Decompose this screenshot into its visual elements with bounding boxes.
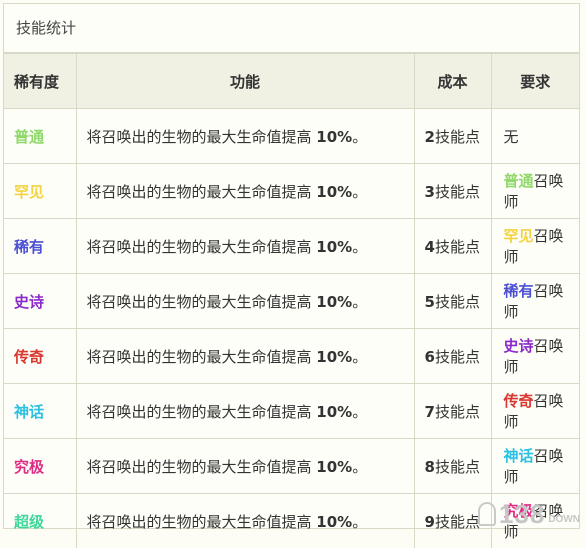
requirement-text: 无 xyxy=(504,128,519,146)
function-text: 将召唤出的生物的最大生命值提高 xyxy=(87,403,317,421)
site-watermark: 138 DOWN xyxy=(478,499,580,529)
function-percent: 10% xyxy=(316,128,352,146)
function-cell: 将召唤出的生物的最大生命值提高 10%。 xyxy=(76,274,414,329)
function-cell: 将召唤出的生物的最大生命值提高 10%。 xyxy=(76,109,414,164)
rarity-cell: 究极 xyxy=(4,439,76,494)
function-percent: 10% xyxy=(316,458,352,476)
function-cell: 将召唤出的生物的最大生命值提高 10%。 xyxy=(76,439,414,494)
cost-unit: 技能点 xyxy=(435,238,480,256)
function-text: 将召唤出的生物的最大生命值提高 xyxy=(87,183,317,201)
requirement-cell: 罕见召唤师 xyxy=(491,219,579,274)
cost-number: 6 xyxy=(425,348,435,366)
table-row: 普通将召唤出的生物的最大生命值提高 10%。2技能点无 xyxy=(4,109,579,164)
header-function: 功能 xyxy=(76,54,414,109)
watermark-main: 138 xyxy=(499,499,545,530)
cost-unit: 技能点 xyxy=(435,183,480,201)
function-text: 将召唤出的生物的最大生命值提高 xyxy=(87,128,317,146)
cost-unit: 技能点 xyxy=(435,403,480,421)
rarity-cell: 传奇 xyxy=(4,329,76,384)
function-text: 将召唤出的生物的最大生命值提高 xyxy=(87,348,317,366)
table-row: 传奇将召唤出的生物的最大生命值提高 10%。6技能点史诗召唤师 xyxy=(4,329,579,384)
cost-number: 2 xyxy=(425,128,435,146)
header-cost: 成本 xyxy=(414,54,491,109)
requirement-cell: 稀有召唤师 xyxy=(491,274,579,329)
requirement-cell: 神话召唤师 xyxy=(491,439,579,494)
cost-number: 3 xyxy=(425,183,435,201)
rarity-cell: 罕见 xyxy=(4,164,76,219)
cost-unit: 技能点 xyxy=(435,458,480,476)
rarity-cell: 稀有 xyxy=(4,219,76,274)
function-percent: 10% xyxy=(316,293,352,311)
header-rarity: 稀有度 xyxy=(4,54,76,109)
function-text: 将召唤出的生物的最大生命值提高 xyxy=(87,458,317,476)
table-caption: 技能统计 xyxy=(4,4,579,53)
watermark-sub: DOWN xyxy=(548,514,580,525)
shield-logo-icon xyxy=(478,502,496,526)
table-header-row: 稀有度 功能 成本 要求 xyxy=(4,54,579,109)
requirement-rarity: 神话 xyxy=(504,447,534,465)
function-end: 。 xyxy=(352,348,367,366)
requirement-rarity: 罕见 xyxy=(504,227,534,245)
cost-number: 7 xyxy=(425,403,435,421)
table-row: 史诗将召唤出的生物的最大生命值提高 10%。5技能点稀有召唤师 xyxy=(4,274,579,329)
function-cell: 将召唤出的生物的最大生命值提高 10%。 xyxy=(76,219,414,274)
function-end: 。 xyxy=(352,458,367,476)
skill-stats-table: 稀有度 功能 成本 要求 普通将召唤出的生物的最大生命值提高 10%。2技能点无… xyxy=(4,53,579,548)
cost-unit: 技能点 xyxy=(435,513,480,531)
cost-unit: 技能点 xyxy=(435,293,480,311)
function-cell: 将召唤出的生物的最大生命值提高 10%。 xyxy=(76,494,414,548)
requirement-cell: 传奇召唤师 xyxy=(491,384,579,439)
skill-table-panel: 技能统计 稀有度 功能 成本 要求 普通将召唤出的生物的最大生命值提高 10%。… xyxy=(3,3,580,529)
function-end: 。 xyxy=(352,128,367,146)
function-percent: 10% xyxy=(316,183,352,201)
header-requirement: 要求 xyxy=(491,54,579,109)
table-row: 究极将召唤出的生物的最大生命值提高 10%。8技能点神话召唤师 xyxy=(4,439,579,494)
rarity-cell: 神话 xyxy=(4,384,76,439)
function-text: 将召唤出的生物的最大生命值提高 xyxy=(87,513,317,531)
table-row: 神话将召唤出的生物的最大生命值提高 10%。7技能点传奇召唤师 xyxy=(4,384,579,439)
cost-unit: 技能点 xyxy=(435,348,480,366)
rarity-cell: 超级 xyxy=(4,494,76,548)
function-end: 。 xyxy=(352,403,367,421)
requirement-cell: 无 xyxy=(491,109,579,164)
requirement-cell: 普通召唤师 xyxy=(491,164,579,219)
function-percent: 10% xyxy=(316,403,352,421)
function-cell: 将召唤出的生物的最大生命值提高 10%。 xyxy=(76,384,414,439)
rarity-cell: 史诗 xyxy=(4,274,76,329)
cost-cell: 2技能点 xyxy=(414,109,491,164)
requirement-rarity: 普通 xyxy=(504,172,534,190)
rarity-cell: 普通 xyxy=(4,109,76,164)
cost-number: 8 xyxy=(425,458,435,476)
requirement-rarity: 稀有 xyxy=(504,282,534,300)
function-end: 。 xyxy=(352,293,367,311)
function-percent: 10% xyxy=(316,238,352,256)
table-row: 罕见将召唤出的生物的最大生命值提高 10%。3技能点普通召唤师 xyxy=(4,164,579,219)
function-end: 。 xyxy=(352,513,367,531)
cost-cell: 3技能点 xyxy=(414,164,491,219)
table-row: 稀有将召唤出的生物的最大生命值提高 10%。4技能点罕见召唤师 xyxy=(4,219,579,274)
function-percent: 10% xyxy=(316,348,352,366)
cost-cell: 6技能点 xyxy=(414,329,491,384)
requirement-rarity: 传奇 xyxy=(504,392,534,410)
cost-number: 4 xyxy=(425,238,435,256)
cost-cell: 5技能点 xyxy=(414,274,491,329)
cost-cell: 8技能点 xyxy=(414,439,491,494)
cost-number: 5 xyxy=(425,293,435,311)
cost-number: 9 xyxy=(425,513,435,531)
function-end: 。 xyxy=(352,238,367,256)
function-cell: 将召唤出的生物的最大生命值提高 10%。 xyxy=(76,164,414,219)
function-cell: 将召唤出的生物的最大生命值提高 10%。 xyxy=(76,329,414,384)
function-end: 。 xyxy=(352,183,367,201)
cost-cell: 7技能点 xyxy=(414,384,491,439)
cost-unit: 技能点 xyxy=(435,128,480,146)
requirement-cell: 史诗召唤师 xyxy=(491,329,579,384)
cost-cell: 4技能点 xyxy=(414,219,491,274)
function-text: 将召唤出的生物的最大生命值提高 xyxy=(87,238,317,256)
requirement-rarity: 史诗 xyxy=(504,337,534,355)
function-text: 将召唤出的生物的最大生命值提高 xyxy=(87,293,317,311)
function-percent: 10% xyxy=(316,513,352,531)
